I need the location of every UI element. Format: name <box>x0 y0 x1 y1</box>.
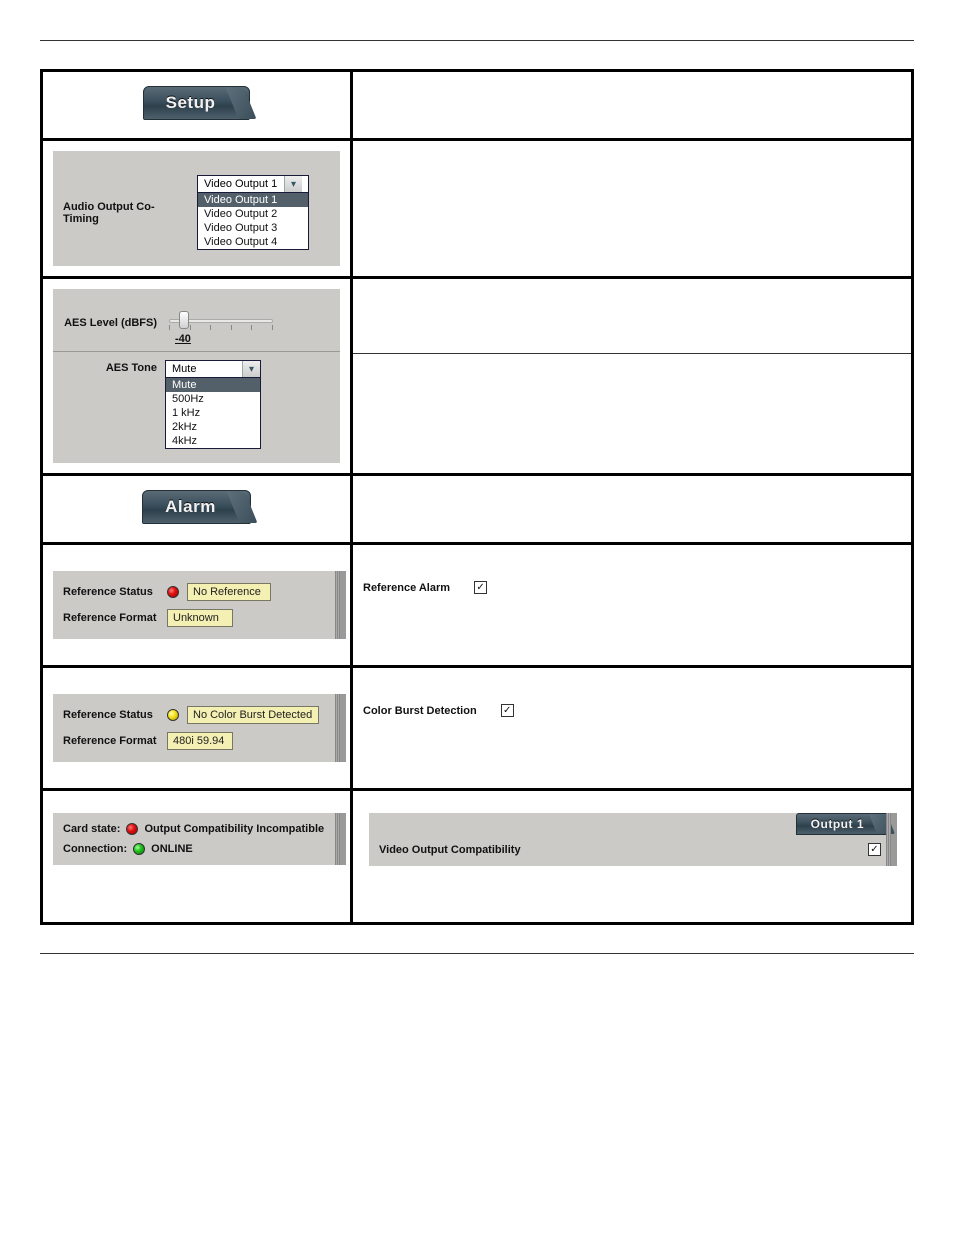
ref2-format-value: 480i 59.94 <box>167 732 233 750</box>
setup-tab-label: Setup <box>166 93 216 112</box>
audio-cotiming-dropdown[interactable]: Video Output 1 ▾ <box>197 175 309 193</box>
aes-level-label: AES Level (dBFS) <box>63 317 157 329</box>
aes-tone-option[interactable]: 2kHz <box>166 420 260 434</box>
ref2-status-label: Reference Status <box>63 709 159 721</box>
audio-cotiming-option[interactable]: Video Output 3 <box>198 221 308 235</box>
aes-tone-selected: Mute <box>166 361 242 377</box>
alarm-tab-label: Alarm <box>165 497 216 516</box>
ref2-format-label: Reference Format <box>63 735 159 747</box>
audio-cotiming-options: Video Output 1 Video Output 2 Video Outp… <box>197 192 309 250</box>
card-state-value: Output Compatibility Incompatible <box>144 823 324 835</box>
aes-level-slider[interactable]: -40 <box>165 309 277 343</box>
audio-cotiming-option[interactable]: Video Output 4 <box>198 235 308 249</box>
status-led-icon <box>167 709 179 721</box>
setup-tab-button[interactable]: Setup <box>143 86 251 120</box>
right-divider <box>353 353 911 354</box>
aes-level-value: -40 <box>175 333 191 345</box>
card-state-panel: Card state: Output Compatibility Incompa… <box>53 813 346 865</box>
card-state-label: Card state: <box>63 823 120 835</box>
audio-cotiming-option[interactable]: Video Output 1 <box>198 193 308 207</box>
aes-tone-option[interactable]: 4kHz <box>166 434 260 448</box>
video-output-compat-checkbox[interactable]: ✓ <box>868 843 881 856</box>
video-output-compat-label: Video Output Compatibility <box>379 844 521 856</box>
output1-tab-button[interactable]: Output 1 <box>796 813 891 835</box>
panel-divider <box>53 351 340 352</box>
reference-panel-1: Reference Status No Reference Reference … <box>53 571 346 639</box>
ref2-alarm-label: Color Burst Detection <box>363 705 477 717</box>
aes-tone-label: AES Tone <box>63 362 157 374</box>
aes-panel: AES Level (dBFS) -40 AES Tone <box>53 289 340 463</box>
ref1-alarm-label: Reference Alarm <box>363 582 450 594</box>
status-led-icon <box>126 823 138 835</box>
status-led-icon <box>133 843 145 855</box>
aes-tone-option[interactable]: 500Hz <box>166 392 260 406</box>
page-bottom-rule <box>40 953 914 959</box>
ref1-status-value: No Reference <box>187 583 271 601</box>
output-compat-panel: Output 1 Video Output Compatibility ✓ <box>369 813 897 866</box>
connection-value: ONLINE <box>151 843 193 855</box>
connection-label: Connection: <box>63 843 127 855</box>
reference-panel-2: Reference Status No Color Burst Detected… <box>53 694 346 762</box>
status-led-icon <box>167 586 179 598</box>
audio-cotiming-panel: Audio Output Co-Timing Video Output 1 ▾ … <box>53 151 340 266</box>
ref2-status-value: No Color Burst Detected <box>187 706 319 724</box>
audio-cotiming-label: Audio Output Co-Timing <box>63 201 189 225</box>
outer-table: Setup Audio Output Co-Timing Video Outpu… <box>40 69 914 925</box>
page-top-rule <box>40 40 914 41</box>
ref1-status-label: Reference Status <box>63 586 159 598</box>
color-burst-checkbox[interactable]: ✓ <box>501 704 514 717</box>
slider-ticks <box>169 325 273 330</box>
aes-tone-options: Mute 500Hz 1 kHz 2kHz 4kHz <box>165 377 261 449</box>
reference-alarm-checkbox[interactable]: ✓ <box>474 581 487 594</box>
alarm-tab-button[interactable]: Alarm <box>142 490 251 524</box>
aes-tone-dropdown[interactable]: Mute ▾ <box>165 360 261 378</box>
chevron-down-icon: ▾ <box>284 176 302 192</box>
ref1-format-value: Unknown <box>167 609 233 627</box>
aes-tone-option[interactable]: 1 kHz <box>166 406 260 420</box>
ref1-format-label: Reference Format <box>63 612 159 624</box>
output1-tab-label: Output 1 <box>811 817 864 831</box>
audio-cotiming-selected: Video Output 1 <box>198 176 284 192</box>
chevron-down-icon: ▾ <box>242 361 260 377</box>
audio-cotiming-option[interactable]: Video Output 2 <box>198 207 308 221</box>
aes-tone-option[interactable]: Mute <box>166 378 260 392</box>
